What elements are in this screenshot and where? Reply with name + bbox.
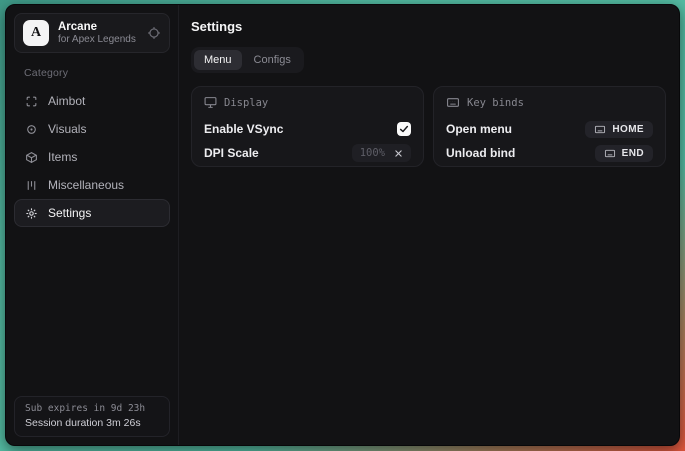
app-subtitle: for Apex Legends	[58, 34, 138, 47]
main-content: Settings Menu Configs Display	[179, 5, 679, 445]
unload-bind-row: Unload bind END	[446, 141, 653, 165]
columns-icon	[25, 179, 38, 192]
sidebar-item-label: Visuals	[48, 122, 86, 136]
sidebar-item-miscellaneous[interactable]: Miscellaneous	[14, 171, 170, 199]
sidebar: A Arcane for Apex Legends Category	[6, 5, 179, 445]
display-card-header: Display	[204, 96, 411, 109]
monitor-icon	[204, 96, 217, 109]
session-duration-text: Session duration 3m 26s	[25, 417, 159, 429]
sidebar-item-label: Items	[48, 150, 77, 164]
keybinds-card-header: Key binds	[446, 96, 653, 109]
sidebar-item-settings[interactable]: Settings	[14, 199, 170, 227]
sidebar-item-items[interactable]: Items	[14, 143, 170, 171]
clear-icon[interactable]	[394, 149, 403, 158]
tab-bar: Menu Configs	[191, 47, 304, 73]
open-menu-keybind-button[interactable]: HOME	[585, 121, 653, 138]
page-title: Settings	[191, 19, 666, 34]
display-card-title: Display	[224, 97, 268, 109]
unload-bind-label: Unload bind	[446, 146, 515, 160]
vsync-checkbox[interactable]	[397, 122, 411, 136]
focus-eye-icon	[25, 123, 38, 136]
settings-cards: Display Enable VSync DPI Scale	[191, 86, 666, 167]
sidebar-spacer	[14, 227, 170, 396]
gear-icon	[25, 207, 38, 220]
display-card: Display Enable VSync DPI Scale	[191, 86, 424, 167]
dpi-value: 100%	[360, 147, 385, 159]
open-menu-label: Open menu	[446, 122, 512, 136]
sidebar-item-visuals[interactable]: Visuals	[14, 115, 170, 143]
sidebar-item-label: Aimbot	[48, 94, 85, 108]
keyboard-icon	[604, 148, 616, 159]
keyboard-icon	[594, 124, 606, 135]
app-title-block: Arcane for Apex Legends	[58, 20, 138, 47]
app-name: Arcane	[58, 20, 138, 34]
vsync-row: Enable VSync	[204, 117, 411, 141]
package-icon	[25, 151, 38, 164]
tab-configs[interactable]: Configs	[244, 50, 301, 70]
dpi-label: DPI Scale	[204, 146, 259, 160]
crosshair-scan-icon	[25, 95, 38, 108]
unload-key: END	[622, 148, 644, 159]
open-menu-row: Open menu HOME	[446, 117, 653, 141]
sidebar-item-aimbot[interactable]: Aimbot	[14, 87, 170, 115]
target-icon[interactable]	[147, 26, 161, 40]
session-info-box: Sub expires in 9d 23h Session duration 3…	[14, 396, 170, 437]
keyboard-icon	[446, 96, 460, 109]
tab-menu[interactable]: Menu	[194, 50, 242, 70]
sidebar-nav: Aimbot Visuals	[14, 87, 170, 227]
arcane-window: A Arcane for Apex Legends Category	[5, 4, 680, 446]
category-label: Category	[24, 67, 170, 79]
sidebar-item-label: Miscellaneous	[48, 178, 124, 192]
keybinds-card: Key binds Open menu HOME	[433, 86, 666, 167]
desktop-background: A Arcane for Apex Legends Category	[0, 0, 685, 451]
open-menu-key: HOME	[612, 124, 644, 135]
dpi-scale-input[interactable]: 100%	[352, 144, 411, 162]
sidebar-item-label: Settings	[48, 206, 91, 220]
sub-expiry-text: Sub expires in 9d 23h	[25, 403, 159, 414]
app-logo-card: A Arcane for Apex Legends	[14, 13, 170, 53]
unload-keybind-button[interactable]: END	[595, 145, 653, 162]
vsync-label: Enable VSync	[204, 122, 283, 136]
dpi-row: DPI Scale 100%	[204, 141, 411, 165]
keybinds-card-title: Key binds	[467, 97, 524, 109]
app-logo: A	[23, 20, 49, 46]
